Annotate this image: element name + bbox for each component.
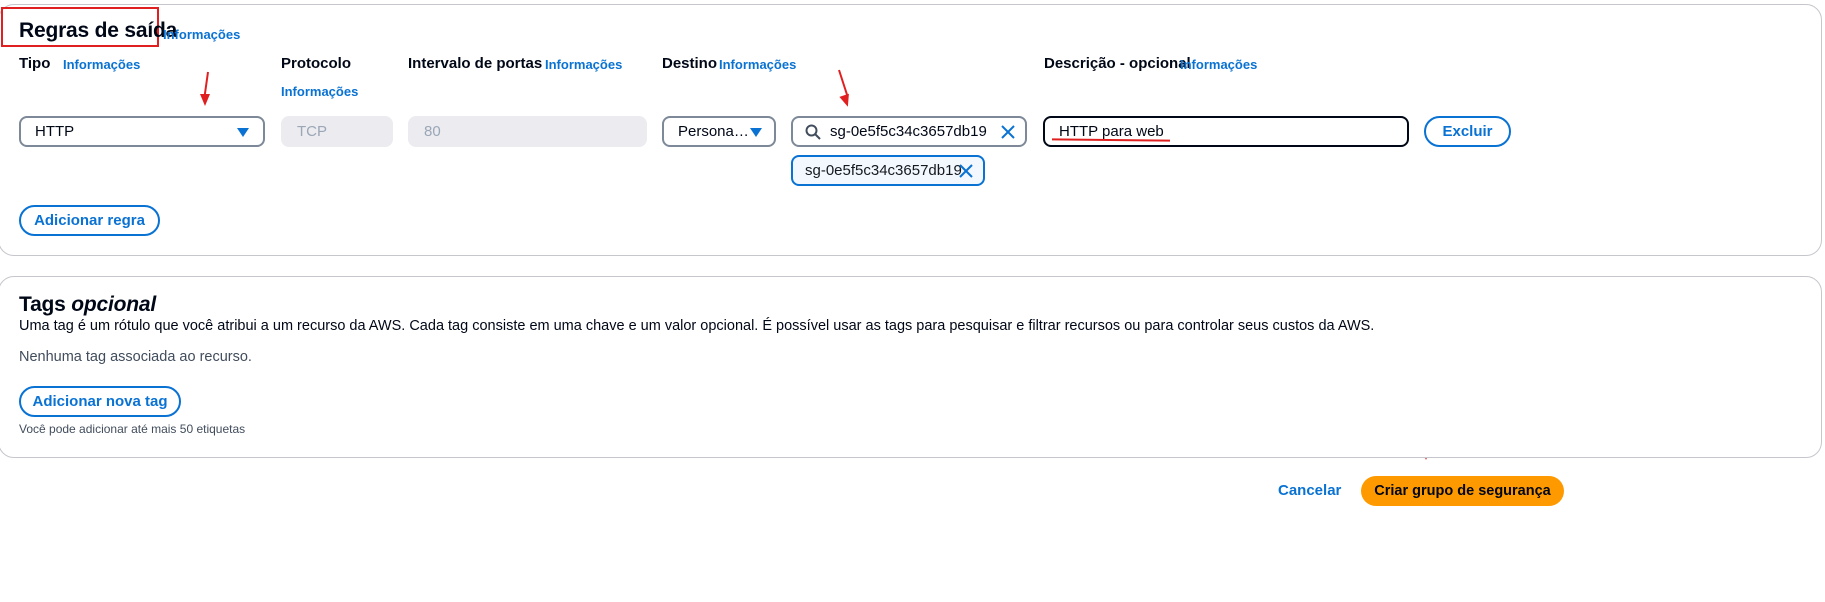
col-descricao-info-link[interactable]: Informações <box>1180 57 1257 72</box>
port-range-value: 80 <box>424 123 441 140</box>
add-rule-button[interactable]: Adicionar regra <box>19 205 160 236</box>
tags-empty-message: Nenhuma tag associada ao recurso. <box>19 349 252 365</box>
col-intervalo-label: Intervalo de portas <box>408 55 543 72</box>
protocolo-value: TCP <box>297 123 327 140</box>
cancel-link[interactable]: Cancelar <box>1278 482 1341 499</box>
tags-title-text: Tags <box>19 293 66 316</box>
outbound-info-link[interactable]: Informações <box>163 27 240 42</box>
destino-select-value: Persona… <box>678 123 749 140</box>
descricao-value: HTTP para web <box>1059 123 1164 140</box>
descricao-input[interactable]: HTTP para web <box>1043 116 1409 147</box>
col-intervalo-info-link[interactable]: Informações <box>545 57 622 72</box>
tags-title-optional: opcional <box>71 293 157 316</box>
tags-description: Uma tag é um rótulo que você atribui a u… <box>19 318 1375 334</box>
destino-search-input[interactable]: sg-0e5f5c34c3657db19 <box>791 116 1027 147</box>
protocolo-field: TCP <box>281 116 393 147</box>
destino-token-value: sg-0e5f5c34c3657db19 <box>805 162 962 179</box>
outbound-title: Regras de saída <box>19 19 178 42</box>
col-descricao-label: Descrição - opcional <box>1044 55 1191 72</box>
tipo-select[interactable]: HTTP <box>19 116 265 147</box>
col-tipo-info-link[interactable]: Informações <box>63 57 140 72</box>
add-tag-button[interactable]: Adicionar nova tag <box>19 386 181 417</box>
annotation-arrowhead-tipo <box>200 94 210 106</box>
tags-limit-note: Você pode adicionar até mais 50 etiqueta… <box>19 422 246 436</box>
delete-rule-button[interactable]: Excluir <box>1424 116 1511 147</box>
tags-title: Tags opcional <box>19 293 156 317</box>
col-destino-label: Destino <box>662 55 718 72</box>
tags-panel <box>0 276 1822 458</box>
create-security-group-button[interactable]: Criar grupo de segurança <box>1361 476 1564 506</box>
dismiss-icon[interactable] <box>959 164 973 178</box>
port-range-field: 80 <box>408 116 647 147</box>
col-protocolo-info-link[interactable]: Informações <box>281 84 358 99</box>
tipo-select-value: HTTP <box>35 123 75 140</box>
col-tipo-label: Tipo <box>19 55 51 72</box>
search-icon <box>805 124 821 140</box>
chevron-down-icon <box>237 128 249 137</box>
col-protocolo-label: Protocolo <box>281 55 351 72</box>
clear-icon[interactable] <box>1001 125 1015 139</box>
destino-select[interactable]: Persona… <box>662 116 776 147</box>
chevron-down-icon <box>750 128 762 137</box>
destino-token: sg-0e5f5c34c3657db19 <box>791 155 985 186</box>
destino-search-value: sg-0e5f5c34c3657db19 <box>830 123 987 140</box>
col-destino-info-link[interactable]: Informações <box>719 57 796 72</box>
